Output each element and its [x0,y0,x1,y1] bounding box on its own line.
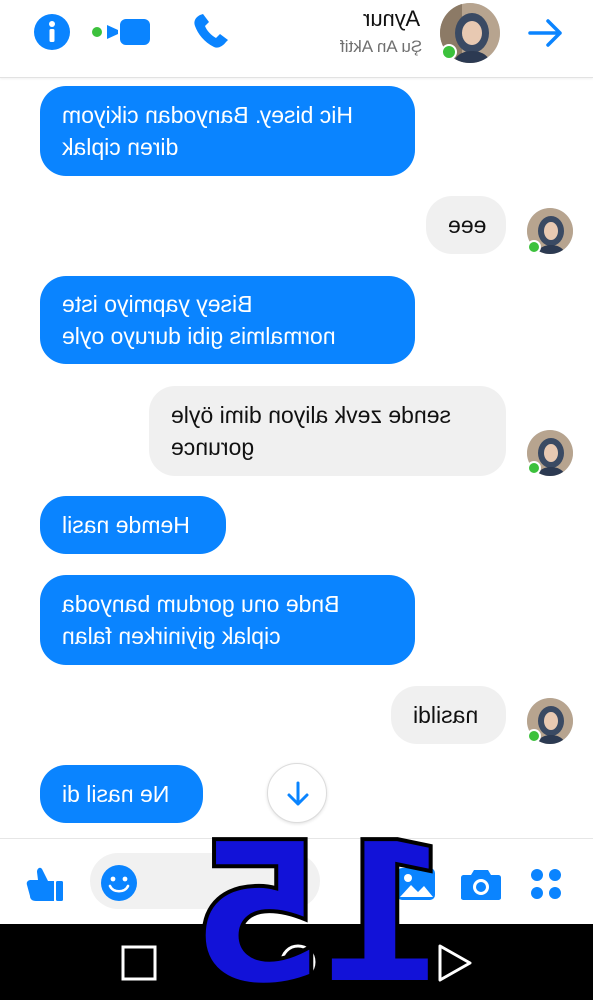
message-bubble[interactable]: Bisey yapmiyo iste normalmis gibi duruyo… [40,276,415,364]
recent-apps-icon[interactable] [120,944,158,982]
message-text: nasildi [413,702,479,728]
online-indicator [527,729,541,743]
more-icon[interactable] [528,866,564,902]
contact-name: Aynur [362,6,420,31]
overlay-number: 15 [198,799,455,1000]
message-text: Bnde onu gordum banyoda ciplak giyinirke… [62,591,340,649]
online-indicator [527,461,541,475]
message-bubble[interactable]: Ne nasil di [40,765,203,823]
message-text: eee [448,212,487,238]
thumbs-up-icon[interactable] [24,865,64,903]
message-text: sende zevk aliyon dimi öyle gorunce [171,402,451,460]
message-text: Hic bisey. Banyodan cikiyom diren ciplak [62,102,354,160]
emoji-icon[interactable] [100,864,138,902]
message-bubble[interactable]: nasildi [391,686,506,744]
message-bubble[interactable]: sende zevk aliyon dimi öyle gorunce [149,386,506,476]
phone-icon[interactable] [190,12,230,52]
message-text: Hemde nasil [62,512,190,538]
message-text: Ne nasil di [62,781,170,807]
video-call-icon[interactable] [90,16,152,48]
info-icon[interactable] [33,13,71,51]
back-arrow-icon[interactable] [526,13,566,53]
chat-header: Aynur Şu An Aktif [0,0,593,78]
contact-status: Şu An Aktif [339,37,422,56]
message-bubble[interactable]: Hic bisey. Banyodan cikiyom diren ciplak [40,86,415,176]
message-bubble[interactable]: Hemde nasil [40,496,226,554]
message-bubble[interactable]: Bnde onu gordum banyoda ciplak giyinirke… [40,575,415,665]
message-bubble[interactable]: eee [426,196,506,254]
message-text: Bisey yapmiyo iste normalmis gibi duruyo… [62,291,336,349]
online-indicator [527,240,541,254]
online-indicator [441,44,457,60]
camera-icon[interactable] [460,867,502,901]
